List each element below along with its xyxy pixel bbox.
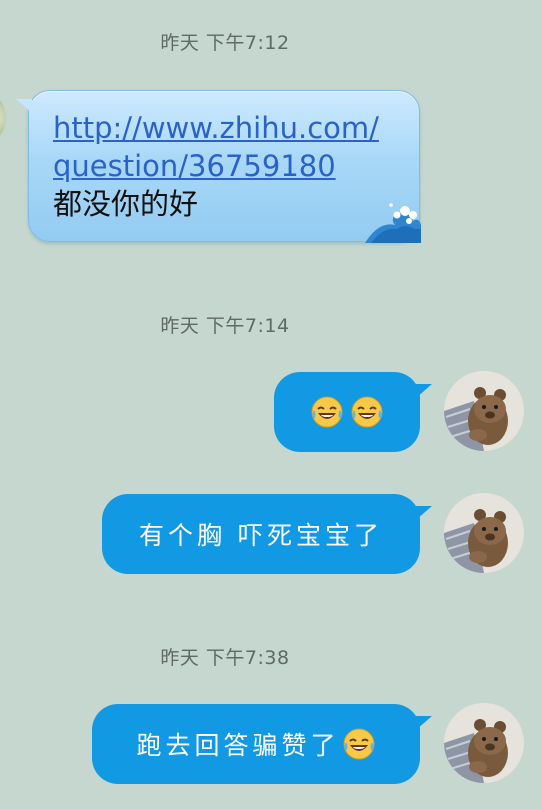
user-avatar[interactable] (444, 703, 524, 783)
bubble-tail (416, 506, 432, 520)
bear-avatar-icon (444, 493, 524, 573)
message-text: 都没你的好 (53, 187, 199, 221)
timestamp-1: 昨天 下午7:12 (160, 32, 290, 54)
timestamp-3: 昨天 下午7:38 (160, 647, 290, 669)
face-with-tears-of-joy-icon (311, 396, 343, 428)
user-avatar[interactable] (444, 371, 524, 451)
wave-decoration-icon (365, 203, 421, 243)
bear-avatar-icon (444, 703, 524, 783)
face-with-tears-of-joy-icon (343, 728, 374, 760)
bubble-tail (16, 99, 32, 113)
bubble-tail (416, 716, 432, 730)
message-link-line-1[interactable]: http://www.zhihu.com/ (53, 109, 395, 147)
outgoing-message-bubble-1[interactable] (274, 372, 432, 452)
face-with-tears-of-joy-icon (351, 396, 383, 428)
user-avatar[interactable] (444, 493, 524, 573)
bear-avatar-icon (444, 371, 524, 451)
message-link-line-2[interactable]: question/36759180 (53, 147, 395, 185)
message-text: 跑去回答骗赞了 (136, 731, 340, 760)
outgoing-message-bubble-2[interactable]: 有个胸 吓死宝宝了 (102, 494, 432, 574)
message-text: 有个胸 吓死宝宝了 (139, 521, 383, 550)
timestamp-2: 昨天 下午7:14 (160, 315, 290, 337)
contact-avatar[interactable] (0, 96, 6, 140)
outgoing-message-bubble-3[interactable]: 跑去回答骗赞了 (92, 704, 432, 784)
bubble-tail (416, 384, 432, 398)
incoming-message-bubble[interactable]: http://www.zhihu.com/ question/36759180 … (16, 90, 421, 243)
